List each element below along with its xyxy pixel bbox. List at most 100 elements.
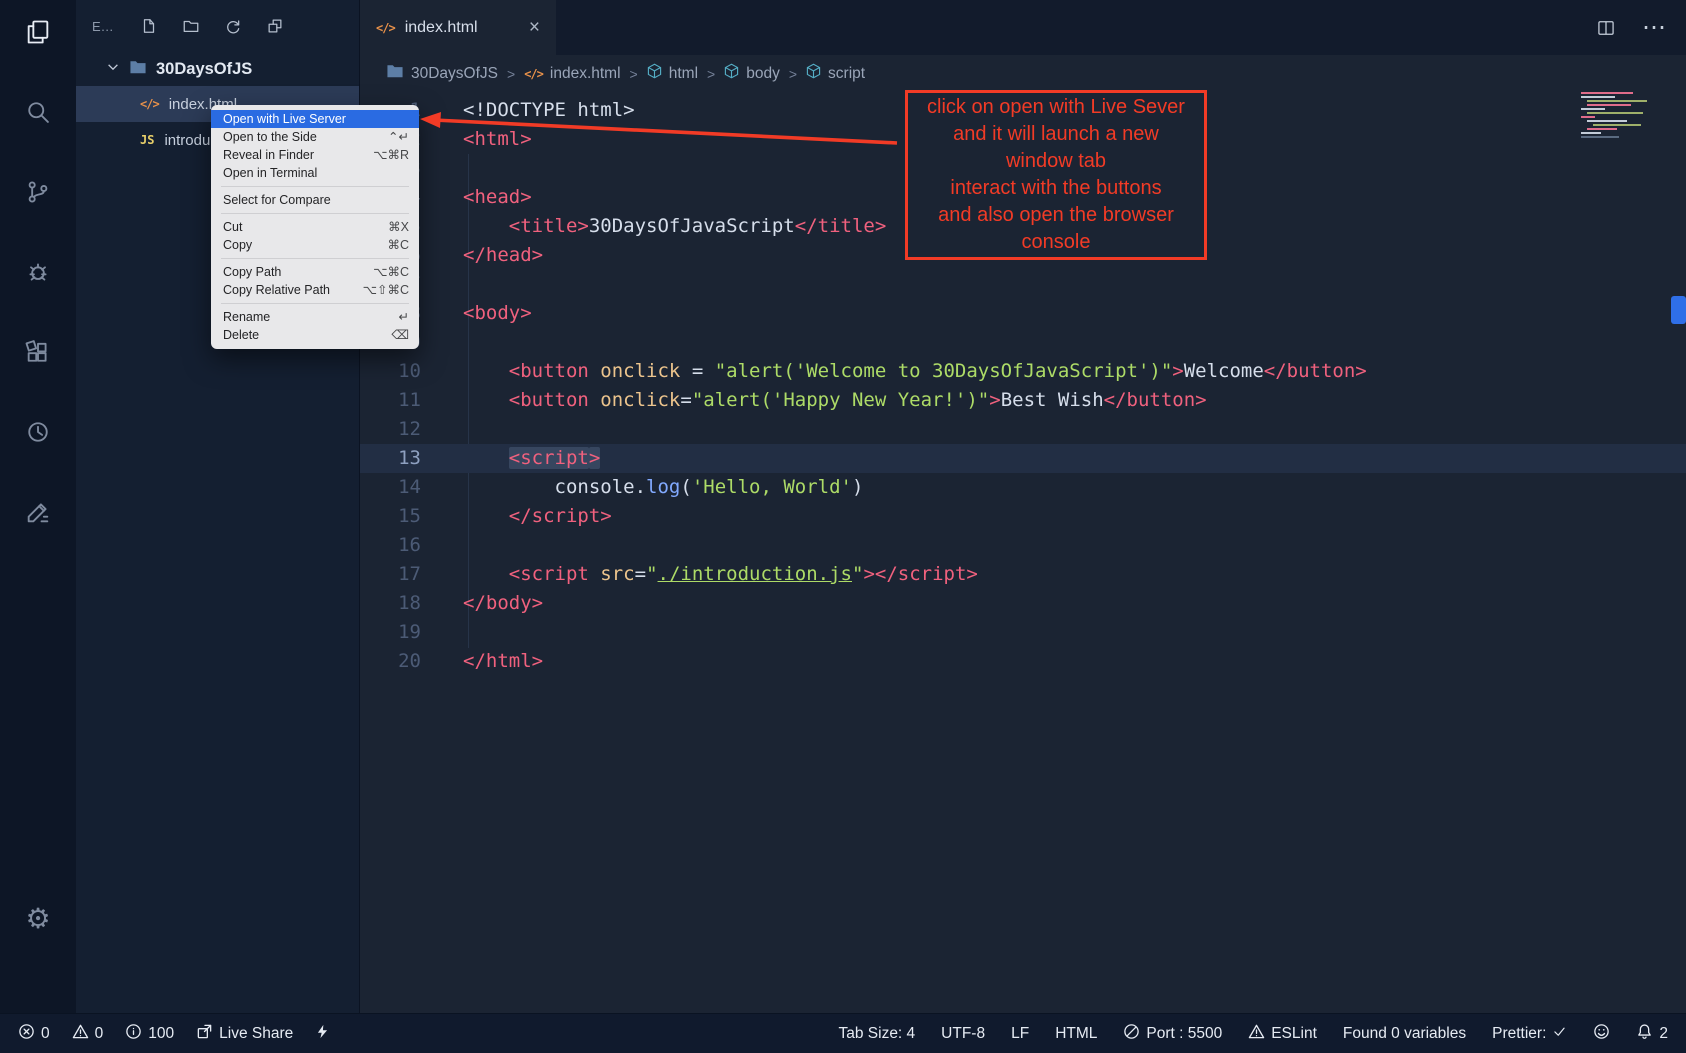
explorer-icon[interactable] [22, 16, 54, 48]
menu-item-label: Select for Compare [223, 191, 409, 209]
context-menu: Open with Live ServerOpen to the Side⌃↵R… [211, 105, 419, 349]
code-line-13[interactable]: 13 <script> [360, 444, 1686, 473]
history-icon[interactable] [22, 416, 54, 448]
source-control-icon[interactable] [22, 176, 54, 208]
status-item-lightning-icon[interactable] [315, 1023, 330, 1045]
annotation-line: and also open the browser [908, 202, 1204, 229]
status-item-found-0-variables[interactable]: Found 0 variables [1343, 1025, 1466, 1043]
line-number: 17 [360, 560, 421, 589]
close-icon[interactable]: × [529, 17, 540, 39]
status-item-utf-8[interactable]: UTF-8 [941, 1025, 985, 1043]
annotation-line: window tab [908, 148, 1204, 175]
breadcrumb-item-index-html[interactable]: </>index.html [524, 65, 620, 83]
status-item-label: Tab Size: 4 [838, 1025, 915, 1043]
code-line-8[interactable]: 8<body> [360, 299, 1686, 328]
breadcrumb-separator: > [707, 66, 715, 82]
status-item-label: 0 [95, 1025, 104, 1043]
tab-index-html[interactable]: </> index.html × [360, 0, 556, 55]
workspace-folder-row[interactable]: 30DaysOfJS [76, 52, 359, 86]
menu-item-copy-path[interactable]: Copy Path⌥⌘C [211, 263, 419, 281]
code-line-10[interactable]: 10 <button onclick = "alert('Welcome to … [360, 357, 1686, 386]
code-text: </script> [421, 502, 612, 531]
info-icon [125, 1023, 142, 1045]
code-line-7[interactable]: 7 [360, 270, 1686, 299]
settings-gear-icon[interactable]: ⚙ [22, 903, 54, 935]
status-item-tab-size-4[interactable]: Tab Size: 4 [838, 1025, 915, 1043]
minimap[interactable] [1577, 90, 1672, 150]
split-editor-icon[interactable] [1596, 18, 1616, 38]
refresh-icon[interactable] [224, 17, 242, 35]
code-text: <script src="./introduction.js"></script… [421, 560, 978, 589]
code-text: <button onclick="alert('Happy New Year!'… [421, 386, 1207, 415]
js-file-icon: JS [140, 133, 154, 147]
new-file-icon[interactable] [140, 17, 158, 35]
new-folder-icon[interactable] [182, 17, 200, 35]
breadcrumb-label: script [828, 65, 865, 83]
breadcrumb-item-html[interactable]: html [647, 63, 698, 84]
breadcrumb-item-script[interactable]: script [806, 63, 865, 84]
code-line-16[interactable]: 16 [360, 531, 1686, 560]
status-item-lf[interactable]: LF [1011, 1025, 1029, 1043]
menu-item-label: Open in Terminal [223, 164, 409, 182]
workspace-folder-label: 30DaysOfJS [156, 60, 252, 79]
menu-item-delete[interactable]: Delete⌫ [211, 326, 419, 344]
status-item-label: ESLint [1271, 1025, 1317, 1043]
menu-item-select-for-compare[interactable]: Select for Compare [211, 191, 419, 209]
code-line-18[interactable]: 18</body> [360, 589, 1686, 618]
status-item-html[interactable]: HTML [1055, 1025, 1097, 1043]
status-item-live-share[interactable]: Live Share [196, 1023, 293, 1045]
menu-item-cut[interactable]: Cut⌘X [211, 218, 419, 236]
editor-actions: ⋯ [1596, 0, 1668, 55]
feedback-icon[interactable] [22, 496, 54, 528]
run-debug-icon[interactable] [22, 256, 54, 288]
code-line-12[interactable]: 12 [360, 415, 1686, 444]
folder-icon [386, 63, 404, 84]
breadcrumb-label: 30DaysOfJS [411, 65, 498, 83]
breadcrumb-separator: > [630, 66, 638, 82]
annotation-box: click on open with Live Severand it will… [905, 90, 1207, 260]
menu-item-copy[interactable]: Copy⌘C [211, 236, 419, 254]
scrollbar-marker[interactable] [1671, 296, 1686, 324]
menu-separator [221, 258, 409, 259]
status-item-port-5500[interactable]: Port : 5500 [1123, 1023, 1222, 1045]
code-text [421, 415, 463, 444]
code-line-17[interactable]: 17 <script src="./introduction.js"></scr… [360, 560, 1686, 589]
code-text: </head> [421, 241, 543, 270]
breadcrumb-item-body[interactable]: body [724, 63, 780, 84]
line-number: 14 [360, 473, 421, 502]
menu-item-shortcut: ⌥⌘R [373, 146, 409, 164]
collapse-all-icon[interactable] [266, 17, 284, 35]
status-item-label: Live Share [219, 1025, 293, 1043]
annotation-line: interact with the buttons [908, 175, 1204, 202]
smiley-icon [1593, 1023, 1610, 1045]
status-item-0[interactable]: 0 [72, 1023, 104, 1045]
menu-item-rename[interactable]: Rename↵ [211, 308, 419, 326]
status-item-label: 100 [148, 1025, 174, 1043]
search-icon[interactable] [22, 96, 54, 128]
extensions-icon[interactable] [22, 336, 54, 368]
status-item-0[interactable]: 0 [18, 1023, 50, 1045]
status-item-2[interactable]: 2 [1636, 1023, 1668, 1045]
menu-item-open-in-terminal[interactable]: Open in Terminal [211, 164, 419, 182]
code-line-9[interactable]: 9 [360, 328, 1686, 357]
status-item-smiley-icon[interactable] [1593, 1023, 1610, 1045]
code-line-19[interactable]: 19 [360, 618, 1686, 647]
menu-item-reveal-in-finder[interactable]: Reveal in Finder⌥⌘R [211, 146, 419, 164]
line-number: 20 [360, 647, 421, 676]
warning-icon [72, 1023, 89, 1045]
code-line-15[interactable]: 15 </script> [360, 502, 1686, 531]
code-line-20[interactable]: 20</html> [360, 647, 1686, 676]
breadcrumb-item-30daysofjs[interactable]: 30DaysOfJS [386, 63, 498, 84]
status-item-eslint[interactable]: ESLint [1248, 1023, 1317, 1045]
more-actions-icon[interactable]: ⋯ [1642, 23, 1668, 33]
code-line-11[interactable]: 11 <button onclick="alert('Happy New Yea… [360, 386, 1686, 415]
status-item-100[interactable]: 100 [125, 1023, 174, 1045]
code-line-14[interactable]: 14 console.log('Hello, World') [360, 473, 1686, 502]
menu-item-open-to-the-side[interactable]: Open to the Side⌃↵ [211, 128, 419, 146]
menu-item-copy-relative-path[interactable]: Copy Relative Path⌥⇧⌘C [211, 281, 419, 299]
status-item-label: HTML [1055, 1025, 1097, 1043]
menu-item-open-with-live-server[interactable]: Open with Live Server [211, 110, 419, 128]
cube-icon [806, 63, 821, 84]
eslint-warning-icon [1248, 1023, 1265, 1045]
status-item-prettier[interactable]: Prettier: [1492, 1024, 1567, 1044]
